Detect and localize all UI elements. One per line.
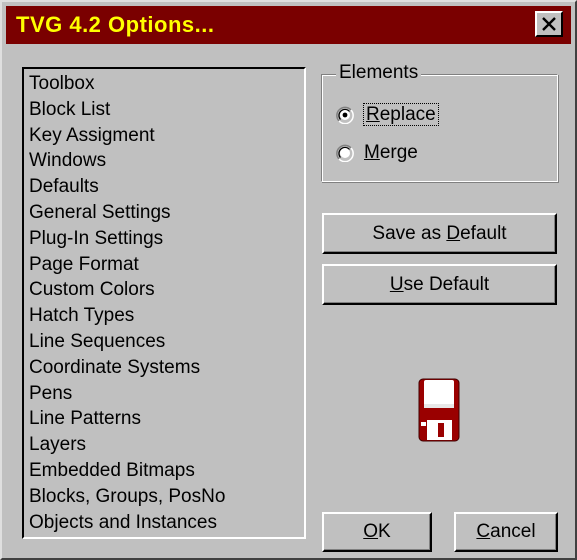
list-item[interactable]: Block List <box>24 97 304 123</box>
list-item[interactable]: Blocks, Groups, PosNo <box>24 484 304 510</box>
options-dialog: TVG 4.2 Options... Toolbox Block List Ke… <box>0 0 577 560</box>
radio-unselected-icon <box>336 144 354 162</box>
list-item[interactable]: Plug-In Settings <box>24 226 304 252</box>
list-item[interactable]: Coordinate Systems <box>24 355 304 381</box>
list-item[interactable]: Custom Colors <box>24 277 304 303</box>
close-icon <box>542 17 556 31</box>
radio-selected-icon <box>336 106 354 124</box>
save-as-default-button[interactable]: Save as Default <box>322 213 557 254</box>
cancel-button[interactable]: Cancel <box>454 512 558 552</box>
window-title: TVG 4.2 Options... <box>16 12 215 37</box>
list-item[interactable]: Page Format <box>24 252 304 278</box>
list-item[interactable]: Key Assigment <box>24 123 304 149</box>
elements-groupbox: Elements Replace Merge <box>321 61 558 182</box>
list-item[interactable]: Line Patterns <box>24 406 304 432</box>
use-default-button[interactable]: Use Default <box>322 264 557 305</box>
title-bar[interactable]: TVG 4.2 Options... <box>6 6 571 44</box>
list-item[interactable]: Layers <box>24 432 304 458</box>
floppy-disk-icon <box>418 378 460 442</box>
merge-radio-label: Merge <box>364 142 418 163</box>
list-item[interactable]: Objects and Instances <box>24 510 304 536</box>
ok-button[interactable]: OK <box>322 512 432 552</box>
list-item[interactable]: Line Sequences <box>24 329 304 355</box>
list-item[interactable]: Pens <box>24 381 304 407</box>
elements-group-label: Elements <box>336 61 422 85</box>
close-button[interactable] <box>535 11 563 37</box>
list-item[interactable]: Windows <box>24 148 304 174</box>
list-item[interactable]: Toolbox <box>24 71 304 97</box>
list-item[interactable]: Embedded Bitmaps <box>24 458 304 484</box>
list-item[interactable]: Hatch Types <box>24 303 304 329</box>
list-item[interactable]: General Settings <box>24 200 304 226</box>
options-category-list[interactable]: Toolbox Block List Key Assigment Windows… <box>22 67 306 539</box>
list-item[interactable]: Defaults <box>24 174 304 200</box>
replace-radio-label: Replace <box>363 103 439 126</box>
